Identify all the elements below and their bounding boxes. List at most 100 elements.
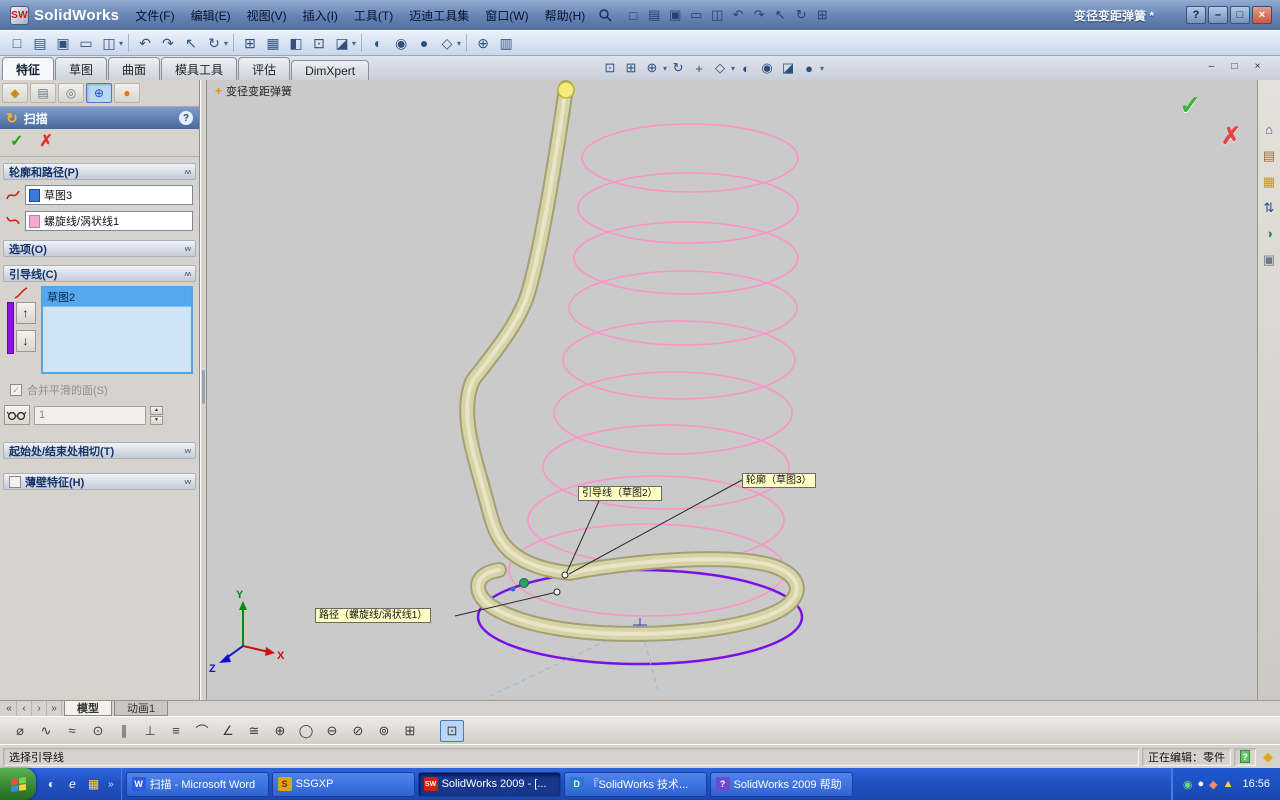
sketch-tool-wave-icon[interactable]: ≈ (60, 720, 84, 742)
display-style-icon[interactable]: ◐ (736, 58, 756, 78)
zoom-in-out-icon[interactable]: ⊕ (642, 58, 662, 78)
tab-evaluate[interactable]: 评估 (238, 57, 291, 80)
section-view-icon[interactable]: ◪ (778, 58, 798, 78)
spin-down-icon[interactable]: ▼ (150, 415, 163, 425)
configurationmanager-tab-icon[interactable]: ◎ (58, 83, 84, 103)
appearance-icon[interactable]: ● (413, 32, 435, 54)
print-icon[interactable]: ▭ (75, 32, 97, 54)
open-document-icon[interactable]: ▤ (644, 5, 664, 25)
search-icon[interactable] (595, 5, 615, 25)
tab-sketch[interactable]: 草图 (55, 57, 108, 80)
sketch-tool-add-relation-icon[interactable]: ⊕ (268, 720, 292, 742)
clock[interactable]: 16:56 (1238, 778, 1270, 790)
sketch-tool-circle-icon[interactable]: ⊙ (86, 720, 110, 742)
sketch-tool-angle-icon[interactable]: ∠ (216, 720, 240, 742)
dimxpertmanager-tab-icon[interactable]: ⊕ (86, 83, 112, 103)
tab-surfaces[interactable]: 曲面 (108, 57, 161, 80)
pm-cancel-button[interactable]: ✗ (39, 134, 52, 150)
section-view-icon[interactable]: ◧ (285, 32, 307, 54)
move-up-button[interactable]: ↑ (15, 302, 36, 324)
menu-help[interactable]: 帮助(H) (537, 3, 594, 28)
start-button[interactable] (0, 768, 36, 800)
taskbar-item-help[interactable]: ? SolidWorks 2009 帮助 (709, 771, 853, 797)
save-icon[interactable]: ▣ (665, 5, 685, 25)
options-icon[interactable]: ⊞ (239, 32, 261, 54)
dropdown-caret-icon[interactable]: ▾ (457, 39, 461, 48)
sketch-tool-active-icon[interactable]: ⊡ (440, 719, 464, 742)
new-document-icon[interactable]: □ (6, 32, 28, 54)
menu-tools[interactable]: 工具(T) (346, 3, 401, 28)
sketch-tool-arc-icon[interactable]: ⌒ (190, 720, 214, 742)
sketch-tool-diameter-icon[interactable]: ⌀ (8, 720, 32, 742)
scene-icon[interactable]: ◇ (436, 32, 458, 54)
tab-model[interactable]: 模型 (64, 701, 112, 716)
section-start-end-tangency[interactable]: 起始处/结束处相切(T) ∨∨ (3, 442, 196, 459)
open-document-icon[interactable]: ▤ (29, 32, 51, 54)
sketch-tool-congruent-icon[interactable]: ≅ (242, 720, 266, 742)
tab-features[interactable]: 特征 (2, 57, 55, 80)
confirm-ok-button[interactable]: ✓ (1179, 90, 1201, 121)
merge-smooth-faces-checkbox[interactable]: ✓ (10, 384, 22, 396)
sketch-tool-offset-icon[interactable]: ⊘ (346, 720, 370, 742)
hide-show-icon[interactable]: ◉ (390, 32, 412, 54)
file-explorer-icon[interactable]: ▦ (1260, 172, 1279, 191)
tray-update-icon[interactable]: ▲ (1223, 778, 1234, 790)
profile-selection-input[interactable]: 草图3 (25, 185, 193, 205)
tangency-value-field[interactable]: 1 (34, 405, 146, 425)
search-results-icon[interactable]: ⇅ (1260, 198, 1279, 217)
sketch-tool-ellipse-icon[interactable]: ◯ (294, 720, 318, 742)
doc-minimize-button[interactable]: – (1203, 59, 1220, 74)
tray-antivirus-icon[interactable]: ◆ (1209, 778, 1217, 791)
taskbar-item-document[interactable]: D 『SolidWorks 技术... (563, 771, 707, 797)
feature-tree-root[interactable]: + 变径变距弹簧 (215, 83, 292, 99)
sketch-tool-spline-icon[interactable]: ∿ (34, 720, 58, 742)
thin-feature-checkbox[interactable] (9, 475, 21, 488)
path-vertex-marker[interactable] (553, 588, 561, 596)
section-thin-feature[interactable]: 薄壁特征(H) ∨∨ (3, 473, 196, 490)
endpoint-marker[interactable] (557, 81, 575, 99)
menu-file[interactable]: 文件(F) (127, 3, 182, 28)
taskbar-item-folder[interactable]: S SSGXP (271, 771, 415, 797)
sketch-tool-perpendicular-icon[interactable]: ⊥ (138, 720, 162, 742)
spin-up-icon[interactable]: ▲ (150, 405, 163, 415)
propertymanager-tab-icon[interactable]: ▤ (30, 83, 56, 103)
view-orientation-icon[interactable]: ◇ (710, 58, 730, 78)
dropdown-caret-icon[interactable]: ▾ (731, 64, 735, 73)
quick-tips-icon[interactable]: ? (1240, 750, 1250, 763)
print-preview-icon[interactable]: ◫ (98, 32, 120, 54)
first-tab-button[interactable]: « (2, 701, 17, 716)
sketch-tool-trim-icon[interactable]: ⊖ (320, 720, 344, 742)
measure-icon[interactable]: ▦ (262, 32, 284, 54)
guide-curves-listbox[interactable]: 草图2 (41, 286, 193, 374)
rebuild-icon[interactable]: ↻ (791, 5, 811, 25)
doc-close-button[interactable]: × (1249, 59, 1266, 74)
show-preview-glasses-icon[interactable] (4, 405, 30, 425)
pan-icon[interactable]: + (689, 58, 709, 78)
zoom-area-icon[interactable]: ⊞ (621, 58, 641, 78)
explorer-icon[interactable]: ▦ (85, 776, 102, 793)
profile-vertex-marker[interactable] (561, 571, 569, 579)
maximize-button[interactable]: □ (1230, 6, 1250, 24)
tab-animation[interactable]: 动画1 (114, 701, 169, 716)
display-style-icon[interactable]: ◐ (367, 32, 389, 54)
featuremanager-tab-icon[interactable]: ◆ (2, 83, 28, 103)
minimize-button[interactable]: – (1208, 6, 1228, 24)
undo-icon[interactable]: ↶ (728, 5, 748, 25)
rotate-view-icon[interactable]: ↻ (668, 58, 688, 78)
quick-launch-overflow-icon[interactable]: » (106, 779, 114, 790)
prev-tab-button[interactable]: ‹ (17, 701, 32, 716)
displaymanager-tab-icon[interactable]: ● (114, 83, 140, 103)
select-pointer-icon[interactable]: ↖ (180, 32, 202, 54)
internet-explorer-icon[interactable]: e (64, 776, 81, 793)
menu-maidi-toolkit[interactable]: 迈迪工具集 (401, 3, 477, 28)
help-button[interactable]: ? (1186, 6, 1206, 24)
path-selection-input[interactable]: 螺旋线/涡状线1 (25, 211, 193, 231)
undo-icon[interactable]: ↶ (134, 32, 156, 54)
menu-edit[interactable]: 编辑(E) (183, 3, 239, 28)
guide-list-item[interactable]: 草图2 (43, 288, 191, 307)
taskbar-item-solidworks[interactable]: SW SolidWorks 2009 - [... (417, 771, 561, 797)
section-guide-curves[interactable]: 引导线(C) ∧∧ (3, 265, 196, 282)
dropdown-caret-icon[interactable]: ▾ (352, 39, 356, 48)
tab-dimxpert[interactable]: DimXpert (291, 60, 370, 80)
tray-shield-icon[interactable]: ◉ (1183, 778, 1193, 791)
